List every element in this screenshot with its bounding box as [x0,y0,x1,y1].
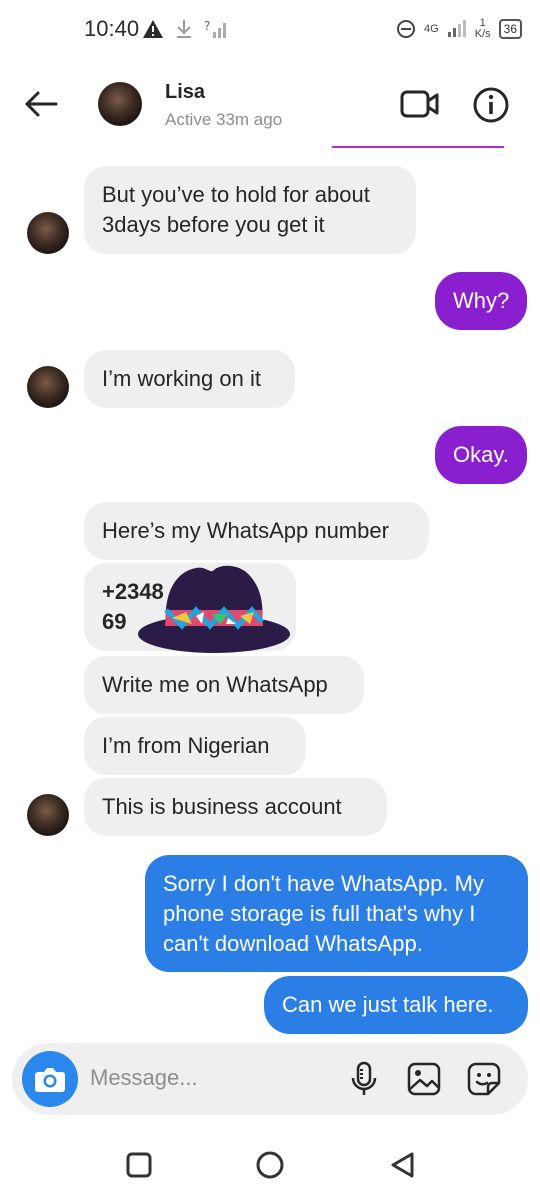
contact-avatar[interactable] [98,82,142,126]
system-navigation-bar [0,1130,540,1200]
message-incoming[interactable]: But you’ve to hold for about 3days befor… [84,166,416,254]
message-incoming[interactable]: I’m from Nigerian [84,717,306,775]
square-icon [126,1152,152,1178]
message-incoming[interactable]: This is business account [84,778,387,836]
home-button[interactable] [255,1150,285,1180]
message-incoming[interactable]: Here’s my WhatsApp number [84,502,429,560]
message-incoming[interactable]: I’m working on it [84,350,295,408]
video-call-button[interactable] [400,88,440,120]
sticker-button[interactable] [466,1061,502,1097]
circle-icon [256,1151,284,1179]
message-outgoing[interactable]: Why? [435,272,527,330]
microphone-icon [351,1061,377,1095]
recents-button[interactable] [124,1150,154,1180]
message-composer: Message... [12,1043,528,1115]
previous-message-edge [332,146,504,148]
gallery-button[interactable] [406,1061,442,1097]
back-nav-button[interactable] [388,1150,418,1180]
message-outgoing[interactable]: Sorry I don't have WhatsApp. My phone st… [145,855,528,972]
hat-sticker-icon [138,565,290,653]
message-avatar[interactable] [27,212,69,254]
triangle-back-icon [391,1152,414,1178]
message-avatar[interactable] [27,794,69,836]
no-signal-icon: ? [204,19,226,38]
contact-name[interactable]: Lisa [165,81,205,104]
message-outgoing[interactable]: Can we just talk here. [264,976,528,1034]
message-input[interactable]: Message... [90,1065,198,1091]
download-icon [177,20,191,38]
status-time: 10:40 [84,16,140,41]
data-speed: 1 K/s [474,17,491,40]
camera-button[interactable] [22,1051,78,1107]
back-button[interactable] [22,84,62,124]
message-outgoing[interactable]: Okay. [435,426,527,484]
status-bar: 10:40 ? 4G 1 K/s 36 [0,0,540,62]
svg-text:?: ? [204,19,210,33]
warning-icon [143,20,163,38]
sticker-icon [467,1062,501,1096]
do-not-disturb-icon [397,20,416,38]
back-arrow-icon [25,91,58,117]
info-icon [473,87,509,123]
battery-level: 36 [498,19,522,39]
contact-status: Active 33m ago [165,110,283,129]
video-call-icon [400,90,439,118]
camera-icon [35,1068,65,1092]
message-incoming[interactable]: Write me on WhatsApp [84,656,364,714]
microphone-button[interactable] [346,1061,382,1097]
gallery-icon [407,1062,441,1096]
message-avatar[interactable] [27,366,69,408]
signal-icon [447,20,466,37]
chat-header: Lisa Active 33m ago [0,62,540,148]
info-button[interactable] [472,86,510,124]
network-type: 4G [424,23,439,35]
